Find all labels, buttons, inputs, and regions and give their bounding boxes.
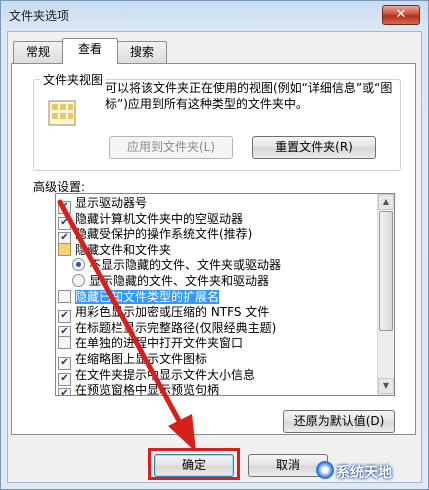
- list-item-label: 隐藏文件和文件夹: [75, 242, 172, 257]
- ok-highlight-box: [148, 448, 240, 480]
- list-item-label: 隐藏受保护的操作系统文件(推荐): [75, 227, 253, 242]
- folder-views-description: 可以将该文件夹正在使用的视图(例如“详细信息”或“图标”)应用到所有这种类型的文…: [105, 81, 393, 111]
- folder-views-label: 文件夹视图: [40, 71, 107, 88]
- list-item[interactable]: 隐藏已知文件类型的扩展名: [58, 289, 220, 305]
- apply-to-folders-button[interactable]: 应用到文件夹(L): [109, 136, 233, 159]
- list-item-label: 在单独的进程中打开文件夹窗口: [75, 336, 244, 351]
- close-icon: ✕: [395, 7, 407, 22]
- list-item[interactable]: 不显示隐藏的文件、文件夹或驱动器: [72, 257, 281, 273]
- close-button[interactable]: ✕: [382, 5, 420, 25]
- restore-defaults-button[interactable]: 还原为默认值(D): [283, 410, 395, 433]
- list-item-label: 显示驱动器号: [75, 196, 148, 210]
- list-item[interactable]: ✔ 隐藏受保护的操作系统文件(推荐): [58, 226, 253, 246]
- scroll-thumb[interactable]: [379, 211, 393, 331]
- tab-search[interactable]: 搜索: [117, 41, 167, 63]
- list-item[interactable]: ✔ 在预览窗格中显示预览句柄: [58, 382, 220, 396]
- checkbox-checked-icon[interactable]: ✔: [58, 388, 71, 395]
- list-item-label: 用彩色显示加密或压缩的 NTFS 文件: [75, 305, 270, 320]
- scroll-down-icon[interactable]: ▼: [378, 378, 394, 394]
- list-item-label: 显示隐藏的文件、文件夹和驱动器: [89, 274, 270, 288]
- list-item-label: 不显示隐藏的文件、文件夹或驱动器: [89, 258, 282, 273]
- list-item[interactable]: ✔ 用彩色显示加密或压缩的 NTFS 文件: [58, 304, 270, 324]
- folder-icon[interactable]: [58, 242, 71, 256]
- radio-icon[interactable]: [72, 274, 85, 287]
- watermark-text: 系统天地: [336, 465, 392, 481]
- list-item[interactable]: 隐藏文件和文件夹: [58, 242, 171, 258]
- folder-views-icon: [48, 100, 76, 126]
- vertical-scrollbar[interactable]: ▲ ▼: [377, 194, 394, 395]
- list-item-label: 在标题栏显示完整路径(仅限经典主题): [75, 320, 277, 335]
- list-item[interactable]: ✔ 显示驱动器号: [58, 195, 148, 214]
- list-item[interactable]: ✔ 在文件夹提示中显示文件大小信息: [58, 367, 256, 386]
- scroll-up-icon[interactable]: ▲: [378, 194, 394, 210]
- list-item[interactable]: 在单独的进程中打开文件夹窗口: [58, 335, 243, 351]
- window-title: 文件夹选项: [9, 9, 70, 23]
- checkbox-icon[interactable]: [58, 289, 71, 303]
- list-item[interactable]: ✔ 在标题栏显示完整路径(仅限经典主题): [58, 320, 277, 339]
- tab-view[interactable]: 查看: [62, 38, 118, 64]
- advanced-settings-list[interactable]: ✔ 显示驱动器号 ✔ 隐藏计算机文件夹中的空驱动器 ✔ 隐藏受保护的操作系统文件(推荐) 隐…: [55, 193, 395, 396]
- list-item-label: 在文件夹提示中显示文件大小信息: [75, 367, 256, 382]
- list-item[interactable]: 显示隐藏的文件、文件夹和驱动器: [72, 273, 269, 289]
- reset-folders-button[interactable]: 重置文件夹(R): [252, 136, 376, 159]
- watermark-logo-icon: [316, 461, 334, 479]
- list-item-label: 在预览窗格中显示预览句柄: [75, 383, 220, 396]
- list-item-label: 隐藏计算机文件夹中的空驱动器: [75, 211, 244, 226]
- list-item[interactable]: ✔ 隐藏计算机文件夹中的空驱动器: [58, 211, 244, 230]
- tab-general[interactable]: 常规: [13, 41, 63, 63]
- checkbox-icon[interactable]: [58, 336, 71, 350]
- radio-selected-icon[interactable]: [72, 258, 85, 272]
- list-item-label: 隐藏已知文件类型的扩展名: [75, 289, 220, 304]
- list-item[interactable]: ✔ 在缩略图上显示文件图标: [58, 351, 208, 370]
- list-item-label: 在缩略图上显示文件图标: [75, 352, 208, 366]
